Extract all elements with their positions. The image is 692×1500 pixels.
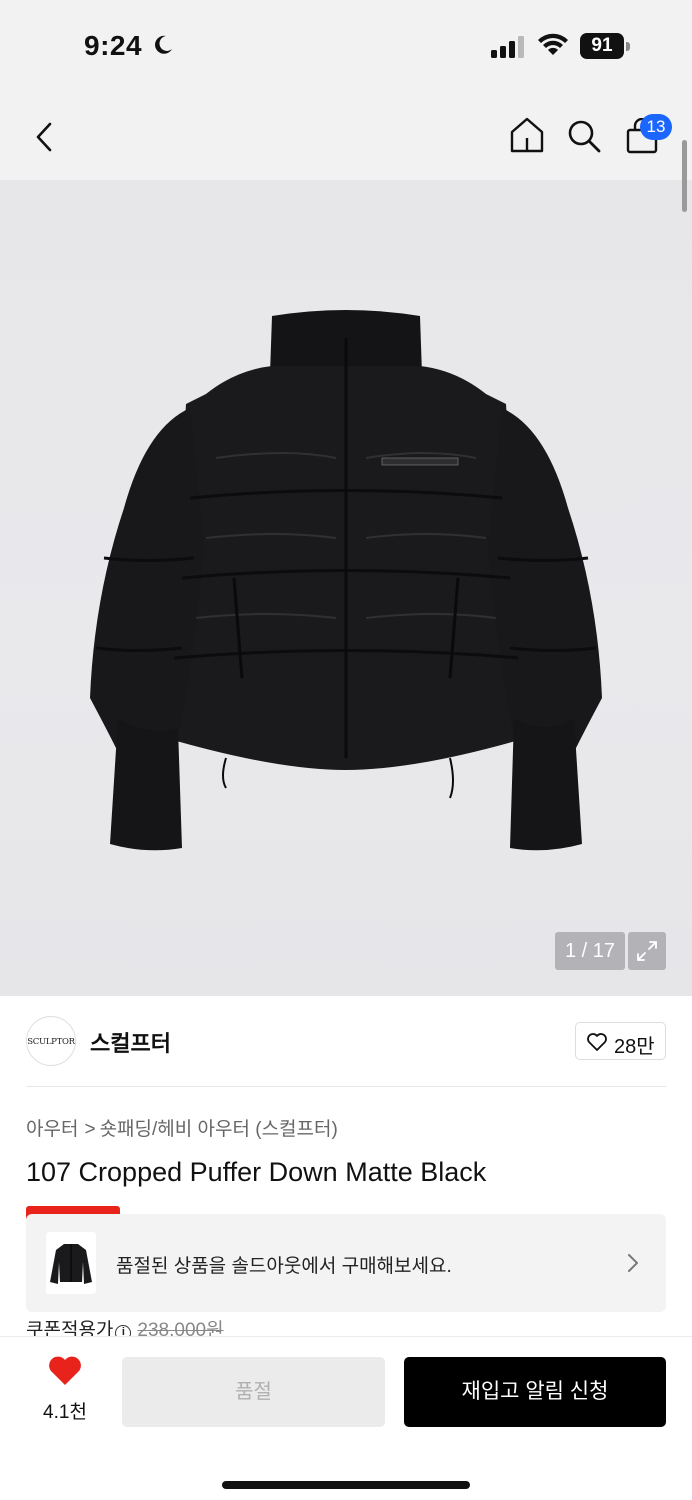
product-image-black-puffer-jacket xyxy=(90,310,602,851)
soldout-marketplace-banner[interactable]: 품절된 상품을 솔드아웃에서 구매해보세요. xyxy=(26,1214,666,1312)
top-navigation xyxy=(0,96,692,180)
breadcrumb: 아우터 > 숏패딩/헤비 아우터 (스컬프터) xyxy=(26,1114,338,1141)
back-chevron-icon[interactable] xyxy=(30,120,60,154)
brand-name[interactable]: 스컬프터 xyxy=(90,1026,171,1058)
breadcrumb-item-subcategory[interactable]: 숏패딩/헤비 아우터 (스컬프터) xyxy=(100,1119,338,1140)
brand-logo[interactable]: SCULPTOR xyxy=(26,1016,76,1066)
brand-like-count: 28만 xyxy=(614,1036,655,1058)
wifi-icon xyxy=(538,33,568,55)
soldout-button: 품절 xyxy=(122,1357,385,1427)
image-counter: 1 / 17 xyxy=(555,932,625,970)
product-image-gallery[interactable]: 1 / 17 xyxy=(0,180,692,996)
heart-outline-icon xyxy=(587,1033,607,1051)
breadcrumb-item-category[interactable]: 아우터 xyxy=(26,1119,78,1140)
banner-message: 품절된 상품을 솔드아웃에서 구매해보세요. xyxy=(116,1256,452,1277)
search-icon[interactable] xyxy=(566,118,602,154)
heart-filled-icon xyxy=(49,1356,81,1385)
battery-icon: 91 xyxy=(580,33,630,59)
expand-image-button[interactable] xyxy=(628,932,666,970)
product-title: 107 Cropped Puffer Down Matte Black xyxy=(26,1157,487,1187)
brand-like-button[interactable]: 28만 xyxy=(575,1022,666,1060)
bottom-action-bar: 4.1천 품절 재입고 알림 신청 xyxy=(0,1336,692,1500)
divider xyxy=(26,1086,666,1087)
wishlist-button[interactable]: 4.1천 xyxy=(30,1355,100,1425)
cart-count-badge: 13 xyxy=(640,114,672,140)
home-icon[interactable] xyxy=(508,116,546,154)
status-bar: 9:24 91 xyxy=(0,0,692,96)
cellular-signal-icon xyxy=(491,36,524,58)
wishlist-count: 4.1천 xyxy=(43,1402,87,1423)
chevron-right-icon xyxy=(628,1254,638,1272)
moon-icon xyxy=(155,35,172,54)
status-time: 9:24 xyxy=(84,30,143,61)
battery-level: 91 xyxy=(580,33,624,59)
home-indicator[interactable] xyxy=(222,1481,470,1489)
banner-product-thumbnail xyxy=(46,1232,96,1294)
page-scrollbar[interactable] xyxy=(682,140,687,212)
breadcrumb-separator: > xyxy=(84,1119,96,1140)
restock-alert-button[interactable]: 재입고 알림 신청 xyxy=(404,1357,666,1427)
expand-icon xyxy=(637,941,657,961)
